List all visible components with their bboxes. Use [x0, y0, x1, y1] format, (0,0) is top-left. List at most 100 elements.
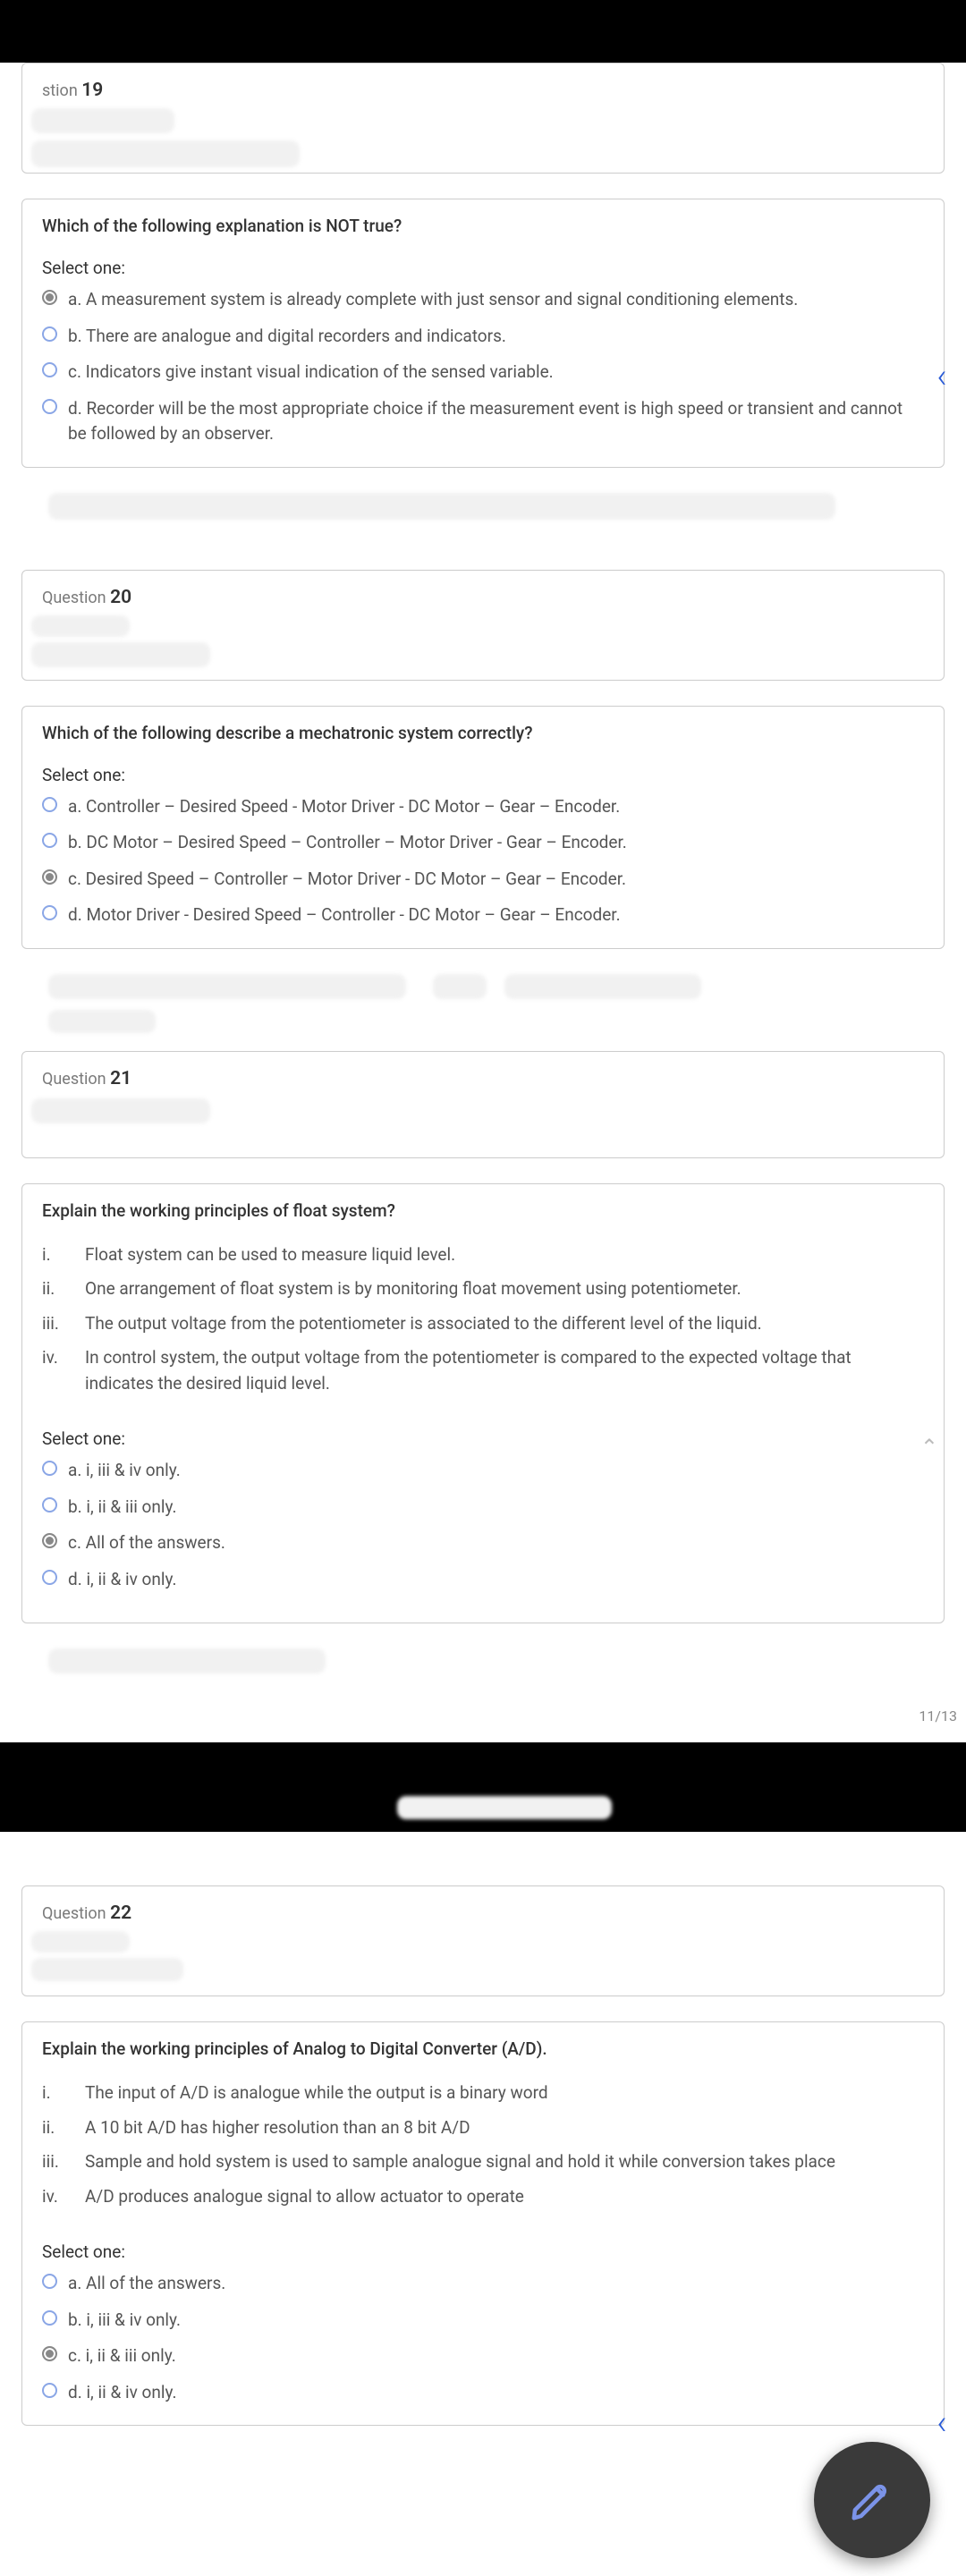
option-20-c[interactable]: c. Desired Speed – Controller – Motor Dr… [42, 867, 924, 893]
statement: ii.A 10 bit A/D has higher resolution th… [42, 2115, 924, 2141]
option-text: a. Controller – Desired Speed - Motor Dr… [68, 794, 620, 820]
roman: iv. [42, 1345, 85, 1396]
option-21-d[interactable]: d. i, ii & iv only. [42, 1567, 924, 1593]
select-one-label: Select one: [42, 1428, 924, 1449]
option-19-d[interactable]: d. Recorder will be the most appropriate… [42, 396, 924, 447]
page-indicator: 11/13 [0, 1707, 966, 1724]
radio-icon [42, 362, 57, 377]
option-22-d[interactable]: d. i, ii & iv only. [42, 2380, 924, 2406]
roman: ii. [42, 2115, 85, 2141]
chevron-left-icon[interactable]: ‹ [923, 2404, 961, 2442]
question-text: Which of the following describe a mechat… [42, 723, 924, 743]
page-divider [0, 1751, 966, 1778]
question-prefix: Question [42, 1904, 106, 1923]
select-one-label: Select one: [42, 258, 924, 278]
option-text: c. All of the answers. [68, 1530, 225, 1556]
question-number: 20 [110, 587, 131, 608]
option-text: c. Desired Speed – Controller – Motor Dr… [68, 867, 626, 893]
option-text: d. i, ii & iv only. [68, 2380, 177, 2406]
roman: iv. [42, 2184, 85, 2210]
pencil-icon [848, 2476, 896, 2524]
caret-up-icon[interactable]: ⌃ [920, 1435, 938, 1460]
question-text: Explain the working principles of Analog… [42, 2038, 924, 2059]
radio-icon [42, 1570, 57, 1585]
question-text: Explain the working principles of float … [42, 1200, 924, 1221]
question-header-19: stion 19 [21, 63, 945, 174]
question-prefix: stion [42, 81, 78, 100]
statements: i.Float system can be used to measure li… [42, 1242, 924, 1397]
option-22-b[interactable]: b. i, iii & iv only. [42, 2308, 924, 2334]
roman: ii. [42, 1276, 85, 1302]
redacted-feedback [21, 1648, 945, 1690]
statement-text: One arrangement of float system is by mo… [85, 1276, 741, 1302]
statement-text: The output voltage from the potentiomete… [85, 1311, 762, 1337]
option-text: b. There are analogue and digital record… [68, 324, 506, 350]
statement-text: The input of A/D is analogue while the o… [85, 2080, 548, 2106]
question-label: stion 19 [42, 80, 924, 101]
statement: iii.Sample and hold system is used to sa… [42, 2149, 924, 2175]
redacted-feedback [21, 974, 945, 1015]
select-one-label: Select one: [42, 2241, 924, 2262]
question-text: Which of the following explanation is NO… [42, 216, 924, 236]
option-text: a. A measurement system is already compl… [68, 287, 798, 313]
statement: iii.The output voltage from the potentio… [42, 1311, 924, 1337]
page-content-2: Question 22 Explain the working principl… [0, 1832, 966, 2576]
option-text: a. All of the answers. [68, 2271, 225, 2297]
statement: i.Float system can be used to measure li… [42, 1242, 924, 1268]
statements: i.The input of A/D is analogue while the… [42, 2080, 924, 2209]
chevron-left-icon[interactable]: ‹ [923, 358, 961, 395]
option-19-b[interactable]: b. There are analogue and digital record… [42, 324, 924, 350]
option-text: c. Indicators give instant visual indica… [68, 360, 554, 386]
radio-icon [42, 2346, 57, 2361]
radio-icon [42, 905, 57, 920]
radio-icon [42, 399, 57, 414]
option-text: d. Recorder will be the most appropriate… [68, 396, 924, 447]
radio-icon [42, 869, 57, 885]
option-19-a[interactable]: a. A measurement system is already compl… [42, 287, 924, 313]
question-number: 19 [81, 80, 103, 101]
redacted-top [21, 1832, 945, 1859]
radio-icon [42, 2383, 57, 2398]
edit-fab[interactable] [814, 2442, 930, 2558]
redacted-feedback [21, 493, 945, 534]
question-prefix: Question [42, 1070, 106, 1089]
option-19-c[interactable]: c. Indicators give instant visual indica… [42, 360, 924, 386]
roman: i. [42, 2080, 85, 2106]
statement-text: A 10 bit A/D has higher resolution than … [85, 2115, 470, 2141]
question-body-22: Explain the working principles of Analog… [21, 2021, 945, 2426]
option-20-a[interactable]: a. Controller – Desired Speed - Motor Dr… [42, 794, 924, 820]
statement-text: Float system can be used to measure liqu… [85, 1242, 455, 1268]
question-header-20: Question 20 [21, 570, 945, 681]
option-21-c[interactable]: c. All of the answers. [42, 1530, 924, 1556]
radio-icon [42, 2310, 57, 2326]
option-22-a[interactable]: a. All of the answers. [42, 2271, 924, 2297]
option-20-d[interactable]: d. Motor Driver - Desired Speed – Contro… [42, 902, 924, 928]
radio-icon [42, 833, 57, 848]
question-prefix: Question [42, 589, 106, 607]
option-text: a. i, iii & iv only. [68, 1458, 181, 1484]
question-header-21: Question 21 [21, 1051, 945, 1158]
statement-text: Sample and hold system is used to sample… [85, 2149, 835, 2175]
roman: iii. [42, 2149, 85, 2175]
option-text: b. DC Motor – Desired Speed – Controller… [68, 830, 627, 856]
roman: iii. [42, 1311, 85, 1337]
option-21-b[interactable]: b. i, ii & iii only. [42, 1495, 924, 1521]
roman: i. [42, 1242, 85, 1268]
select-one-label: Select one: [42, 765, 924, 785]
question-number: 22 [110, 1902, 131, 1924]
option-22-c[interactable]: c. i, ii & iii only. [42, 2343, 924, 2369]
option-text: b. i, ii & iii only. [68, 1495, 176, 1521]
question-label: Question 21 [42, 1068, 924, 1089]
question-body-19: Which of the following explanation is NO… [21, 199, 945, 468]
option-20-b[interactable]: b. DC Motor – Desired Speed – Controller… [42, 830, 924, 856]
statement-text: In control system, the output voltage fr… [85, 1345, 924, 1396]
option-21-a[interactable]: a. i, iii & iv only. [42, 1458, 924, 1484]
question-header-22: Question 22 [21, 1885, 945, 1996]
option-text: c. i, ii & iii only. [68, 2343, 176, 2369]
radio-icon [42, 797, 57, 812]
radio-icon [42, 326, 57, 342]
statement: ii.One arrangement of float system is by… [42, 1276, 924, 1302]
radio-icon [42, 1497, 57, 1513]
radio-icon [42, 1533, 57, 1548]
question-label: Question 20 [42, 587, 924, 608]
